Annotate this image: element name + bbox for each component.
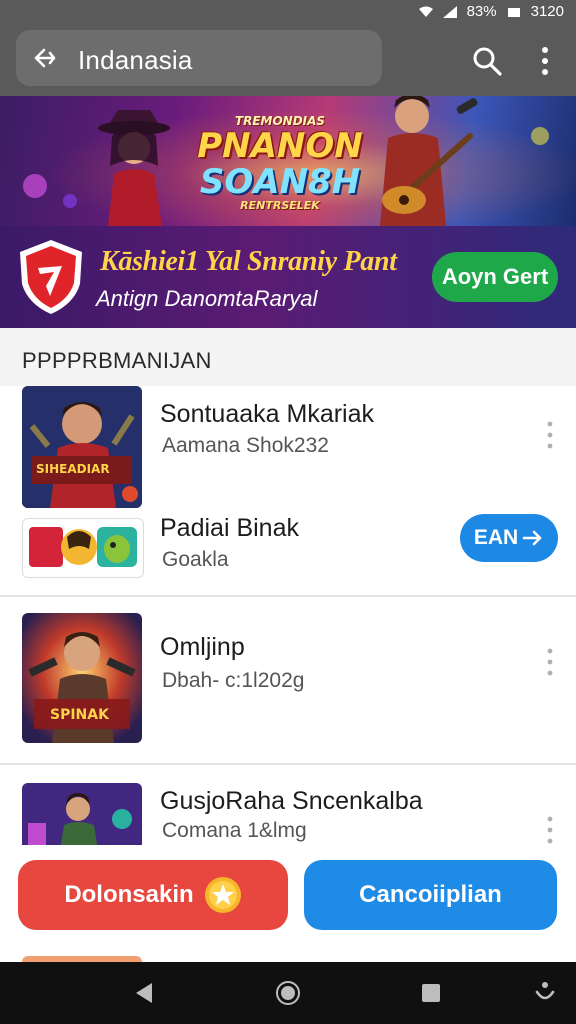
item-subtitle: Goakla [162, 548, 229, 571]
download-button-label: Dolonsakin [64, 881, 194, 908]
clock: 3120 [530, 3, 564, 20]
more-vert-icon[interactable] [544, 647, 556, 677]
game-thumbnail [22, 783, 142, 845]
battery-percent: 83% [466, 3, 497, 20]
hero-banner[interactable]: TREMONDIAS PNANON SOAN8H RENTRSELEK [0, 96, 576, 226]
item-title: Omljinp [160, 633, 245, 661]
promo-get-button[interactable]: Aoyn Gert [432, 252, 558, 302]
item-title: Sontuaaka Mkariak [160, 400, 375, 428]
promo-subtitle: Antign DanomtaRaryal [96, 286, 318, 311]
nav-home-icon[interactable] [275, 980, 301, 1006]
section-header: PPPPRBMANIJAN [0, 328, 576, 386]
thumbnail-caption: SIHEADIAR [36, 462, 110, 476]
app-thumbnail-art [29, 527, 137, 567]
shield-logo-icon [20, 240, 82, 314]
game-thumbnail: SPINAK [22, 613, 142, 743]
banner-title-line1: PNANON [197, 126, 363, 166]
list-item[interactable]: SIHEADIAR Sontuaaka Mkariak Aamana Shok2… [0, 386, 576, 596]
battery-icon [507, 7, 520, 17]
star-coin-icon [204, 877, 241, 913]
wifi-icon [418, 6, 433, 17]
more-vert-icon[interactable] [534, 44, 556, 78]
item-subtitle: Comana 1&lmg [162, 819, 307, 842]
open-button-label: EAN [473, 526, 519, 549]
list-item[interactable]: GusjoRaha Sncenkalba Comana 1&lmg [0, 765, 576, 845]
section-title: PPPPRBMANIJAN [22, 348, 212, 373]
thumbnail-art [22, 613, 142, 743]
nav-back-icon[interactable] [132, 980, 158, 1006]
status-bar: 83% 3120 [0, 0, 576, 24]
cancel-button[interactable]: Cancoiiplian [304, 860, 557, 930]
nav-recents-icon[interactable] [418, 980, 444, 1006]
open-button[interactable]: EAN [460, 514, 558, 562]
status-icons: 83% 3120 [418, 3, 564, 20]
app-thumbnail [22, 518, 144, 578]
item-subtitle: Aamana Shok232 [162, 434, 329, 457]
search-bar[interactable]: Indanasia [16, 30, 382, 86]
app-title: Indanasia [78, 45, 193, 75]
accessibility-icon[interactable] [532, 980, 558, 1006]
app-bar: Indanasia [0, 24, 576, 96]
promo-title: Kāshiei1 Yal Snraniy Pant [100, 246, 397, 277]
thumbnail-caption: SPINAK [50, 707, 109, 723]
arrow-right-icon [522, 530, 542, 546]
banner-title: TREMONDIAS PNANON SOAN8H RENTRSELEK [170, 114, 390, 212]
thumbnail-art [22, 386, 142, 508]
search-icon[interactable] [470, 44, 504, 78]
back-arrow-icon[interactable] [32, 44, 60, 72]
thumbnail-art [22, 783, 142, 845]
list-item[interactable]: SPINAK Omljinp Dbah- c:1l202g [0, 597, 576, 763]
item-title: Padiai Binak [160, 514, 299, 542]
game-thumbnail: SIHEADIAR [22, 386, 142, 508]
item-subtitle: Dbah- c:1l202g [162, 669, 305, 692]
signal-icon [442, 5, 457, 18]
more-vert-icon[interactable] [544, 420, 556, 450]
download-button[interactable]: Dolonsakin [18, 860, 288, 930]
more-vert-icon[interactable] [544, 815, 556, 845]
item-title: GusjoRaha Sncenkalba [160, 787, 423, 815]
banner-title-line2: SOAN8H [199, 162, 361, 202]
system-nav-bar [0, 962, 576, 1024]
